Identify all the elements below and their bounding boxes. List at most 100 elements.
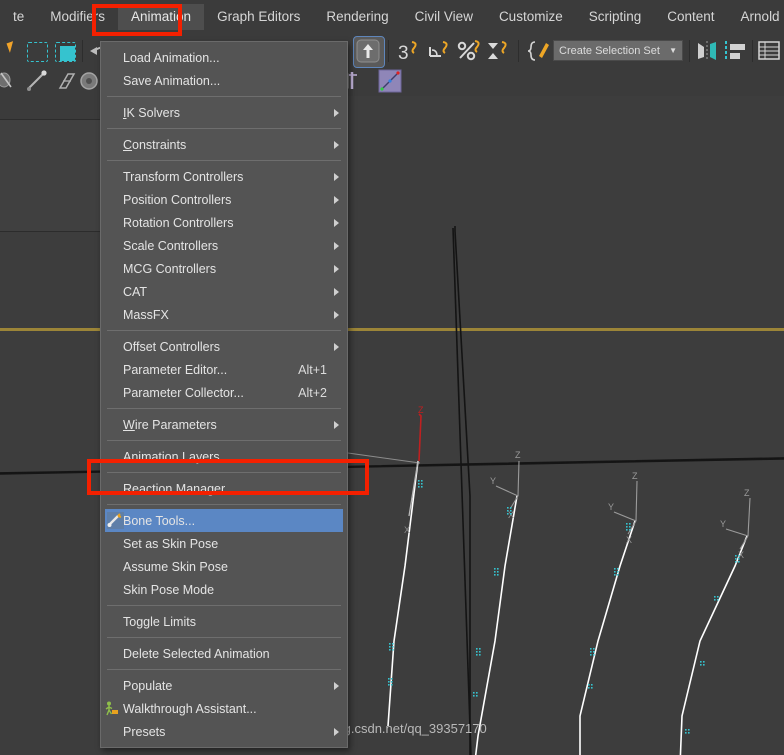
spinner-snap-toggle-icon[interactable] bbox=[486, 38, 512, 64]
submenu-arrow-icon bbox=[334, 342, 339, 351]
menu-item-delete-selected-animation[interactable]: Delete Selected Animation bbox=[101, 642, 347, 665]
menu-item-walkthrough-assistant[interactable]: Walkthrough Assistant... bbox=[101, 697, 347, 720]
create-selection-set-input[interactable]: Create Selection Set ▼ bbox=[553, 40, 683, 61]
svg-text:Y: Y bbox=[490, 476, 496, 486]
menu-item-wire-parameters[interactable]: Wire Parameters bbox=[101, 413, 347, 436]
menu-item-label: MCG Controllers bbox=[123, 261, 217, 276]
menu-item-label: MassFX bbox=[123, 307, 169, 322]
schematic-view-icon[interactable] bbox=[377, 68, 403, 94]
menu-separator bbox=[107, 128, 341, 129]
animation-menu-dropdown[interactable]: Load Animation... Save Animation... IK Sol… bbox=[100, 41, 348, 748]
bone-chain-3: Z Y X bbox=[579, 471, 638, 755]
window-crossing-icon[interactable] bbox=[52, 38, 78, 64]
layer-explorer-icon[interactable] bbox=[757, 38, 783, 64]
submenu-arrow-icon bbox=[334, 420, 339, 429]
menu-item-label: Transform Controllers bbox=[123, 169, 244, 184]
menu-separator bbox=[107, 160, 341, 161]
menu-item-presets[interactable]: Presets bbox=[101, 720, 347, 743]
unlink-selection-icon[interactable] bbox=[0, 68, 26, 94]
menu-civil-view[interactable]: Civil View bbox=[402, 4, 486, 31]
menu-item-label: Parameter Editor... bbox=[123, 362, 228, 377]
walkthrough-assistant-icon bbox=[103, 700, 120, 717]
menu-item-assume-skin-pose[interactable]: Assume Skin Pose bbox=[101, 555, 347, 578]
menu-item-label: Delete Selected Animation bbox=[123, 646, 270, 661]
menu-rendering[interactable]: Rendering bbox=[313, 4, 401, 31]
rectangular-selection-region-icon[interactable] bbox=[24, 38, 50, 64]
menu-separator bbox=[107, 440, 341, 441]
menu-item-load-animation[interactable]: Load Animation... bbox=[101, 46, 347, 69]
menu-item-scale-controllers[interactable]: Scale Controllers bbox=[101, 234, 347, 257]
menu-item-position-controllers[interactable]: Position Controllers bbox=[101, 188, 347, 211]
bone-chain-2: Z Y X bbox=[473, 450, 521, 755]
menu-item-label: Scale Controllers bbox=[123, 238, 219, 253]
menu-item-offset-controllers[interactable]: Offset Controllers bbox=[101, 335, 347, 358]
menu-item-accelerator: Alt+2 bbox=[298, 385, 327, 400]
menu-te[interactable]: te bbox=[0, 4, 37, 31]
select-and-move-icon[interactable] bbox=[353, 36, 385, 68]
menu-customize[interactable]: Customize bbox=[486, 4, 576, 31]
menu-item-skin-pose-mode[interactable]: Skin Pose Mode bbox=[101, 578, 347, 601]
menu-item-massfx[interactable]: MassFX bbox=[101, 303, 347, 326]
svg-text:Z: Z bbox=[418, 405, 424, 415]
menu-graph-editors[interactable]: Graph Editors bbox=[204, 4, 313, 31]
menu-item-rotation-controllers[interactable]: Rotation Controllers bbox=[101, 211, 347, 234]
menu-separator bbox=[107, 330, 341, 331]
menu-item-mcg-controllers[interactable]: MCG Controllers bbox=[101, 257, 347, 280]
menu-scripting[interactable]: Scripting bbox=[576, 4, 655, 31]
submenu-arrow-icon bbox=[334, 264, 339, 273]
menu-item-set-as-skin-pose[interactable]: Set as Skin Pose bbox=[101, 532, 347, 555]
gizmo-axis-z bbox=[418, 413, 422, 462]
axis-tripod bbox=[725, 497, 751, 550]
create-selection-set-label: Create Selection Set bbox=[559, 44, 660, 57]
menu-item-label: Presets bbox=[123, 724, 166, 739]
svg-text:X: X bbox=[626, 535, 632, 545]
menu-item-label: Populate bbox=[123, 678, 173, 693]
submenu-arrow-icon bbox=[334, 727, 339, 736]
menu-item-label: IK Solvers bbox=[123, 105, 180, 120]
animation-menu-highlight-box bbox=[92, 4, 182, 36]
menu-item-transform-controllers[interactable]: Transform Controllers bbox=[101, 165, 347, 188]
submenu-arrow-icon bbox=[334, 172, 339, 181]
menu-item-toggle-limits[interactable]: Toggle Limits bbox=[101, 610, 347, 633]
menu-separator bbox=[107, 669, 341, 670]
menu-item-populate[interactable]: Populate bbox=[101, 674, 347, 697]
menu-item-label: Bone Tools... bbox=[123, 513, 196, 528]
edit-named-selection-sets-icon[interactable] bbox=[526, 38, 552, 64]
menu-item-label: Walkthrough Assistant... bbox=[123, 701, 257, 716]
bone-chain-1: Z X bbox=[387, 405, 424, 727]
align-icon[interactable] bbox=[723, 38, 749, 64]
snaps-toggle-3-icon[interactable]: 3 bbox=[396, 38, 422, 64]
menu-item-label: Load Animation... bbox=[123, 50, 220, 65]
menu-item-parameter-editor[interactable]: Parameter Editor... Alt+1 bbox=[101, 358, 347, 381]
menu-item-constraints[interactable]: Constraints bbox=[101, 133, 347, 156]
menu-item-cat[interactable]: CAT bbox=[101, 280, 347, 303]
mirror-icon[interactable] bbox=[695, 38, 721, 64]
menu-separator bbox=[107, 605, 341, 606]
bone-tools-icon bbox=[107, 512, 124, 529]
menu-item-parameter-collector[interactable]: Parameter Collector... Alt+2 bbox=[101, 381, 347, 404]
toolbar-separator bbox=[752, 40, 753, 62]
menu-item-ik-solvers[interactable]: IK Solvers bbox=[101, 101, 347, 124]
menu-item-label: Parameter Collector... bbox=[123, 385, 244, 400]
menu-content[interactable]: Content bbox=[654, 4, 727, 31]
reference-coordinate-system-icon[interactable] bbox=[52, 68, 78, 94]
svg-text:Y: Y bbox=[608, 502, 614, 512]
menu-item-bone-tools[interactable]: Bone Tools... bbox=[105, 509, 343, 532]
menu-item-label: Offset Controllers bbox=[123, 339, 221, 354]
chevron-down-icon[interactable]: ▼ bbox=[669, 46, 682, 55]
menu-item-label: Position Controllers bbox=[123, 192, 232, 207]
angle-snap-toggle-icon[interactable] bbox=[426, 38, 452, 64]
menu-item-save-animation[interactable]: Save Animation... bbox=[101, 69, 347, 92]
submenu-arrow-icon bbox=[334, 195, 339, 204]
menu-item-label: Wire Parameters bbox=[123, 417, 217, 432]
toolbar-separator bbox=[388, 40, 389, 62]
menu-item-label: Constraints bbox=[123, 137, 187, 152]
menu-item-label: Save Animation... bbox=[123, 73, 221, 88]
toolbar-separator bbox=[82, 40, 83, 62]
menu-item-label: Set as Skin Pose bbox=[123, 536, 219, 551]
percent-snap-toggle-icon[interactable] bbox=[456, 38, 482, 64]
menu-separator bbox=[107, 504, 341, 505]
bind-to-space-warp-icon[interactable] bbox=[25, 68, 51, 94]
menu-arnold[interactable]: Arnold bbox=[728, 4, 784, 31]
svg-text:Y: Y bbox=[720, 519, 726, 529]
